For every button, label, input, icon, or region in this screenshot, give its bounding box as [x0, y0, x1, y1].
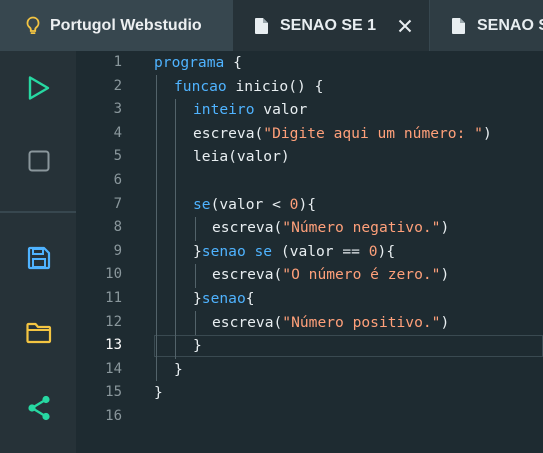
code-line-14: }: [174, 360, 183, 378]
line-number: 2: [113, 77, 122, 94]
indent-guide: [175, 99, 176, 359]
code-token: valor: [254, 101, 308, 119]
close-icon[interactable]: [398, 19, 412, 33]
run-button[interactable]: [25, 74, 53, 102]
keyword-token: se: [193, 195, 211, 213]
lightbulb-icon: [26, 16, 40, 36]
share-icon: [27, 395, 51, 421]
file-icon: [255, 17, 268, 34]
line-number: 10: [105, 266, 122, 283]
code-token: escreva(: [212, 266, 283, 284]
keyword-token: senao: [201, 290, 246, 307]
string-token: "Digite aqui um número: ": [263, 124, 483, 142]
code-line-8: escreva("Número negativo."): [212, 216, 449, 240]
code-token: (valor <: [210, 195, 290, 213]
code-token: ): [440, 313, 450, 331]
current-line-highlight: [154, 335, 543, 357]
line-number: 15: [105, 384, 122, 401]
code-line-12: escreva("Número positivo."): [212, 311, 449, 335]
code-token: ): [440, 266, 450, 284]
number-token: 0: [368, 242, 378, 260]
open-folder-button[interactable]: [25, 319, 53, 347]
line-number: 11: [105, 290, 122, 306]
stop-button[interactable]: [25, 147, 53, 175]
string-token: "Número positivo.": [282, 313, 441, 331]
code-token: }: [193, 242, 202, 260]
tab-label: SENAO SE 1: [477, 16, 543, 34]
tab-senao-se-1[interactable]: SENAO SE 1: [233, 0, 429, 51]
line-number: 3: [113, 101, 122, 118]
code-line-1: programa {: [154, 51, 242, 75]
line-number: 1: [113, 54, 122, 70]
code-token: {: [245, 290, 255, 307]
tab-senao-se-1-second[interactable]: SENAO SE 1: [430, 0, 543, 51]
code-line-9: }senao se (valor == 0){: [193, 240, 395, 264]
code-line-13: }: [193, 337, 202, 355]
string-token: "O número é zero.": [282, 266, 441, 284]
code-token: ): [482, 124, 492, 142]
code-line-11: }senao{: [193, 287, 255, 311]
line-number: 7: [113, 195, 122, 212]
line-number: 16: [105, 408, 122, 424]
code-token: ){: [298, 195, 317, 213]
line-number: 14: [105, 360, 122, 377]
stop-icon: [28, 150, 50, 172]
code-line-5: leia(valor): [193, 148, 290, 166]
code-line-3: inteiro valor: [193, 98, 307, 122]
line-number: 6: [113, 172, 122, 188]
line-number: 12: [105, 313, 122, 330]
app-brand: Portugol Webstudio: [0, 0, 232, 51]
code-token: escreva(: [212, 219, 283, 237]
code-line-7: se(valor < 0){: [193, 193, 316, 217]
indent-guide: [195, 217, 196, 241]
code-line-10: escreva("O número é zero."): [212, 263, 449, 287]
tab-label: SENAO SE 1: [280, 16, 377, 34]
indent-guide: [195, 264, 196, 288]
keyword-token: programa: [154, 54, 225, 71]
folder-icon: [26, 322, 52, 344]
line-number: 5: [113, 148, 122, 165]
code-token: escreva(: [193, 124, 264, 142]
title-bar: Portugol Webstudio SENAO SE 1 SENAO SE 1: [0, 0, 543, 51]
code-line-2: funcao inicio() {: [174, 75, 323, 99]
play-icon: [27, 75, 51, 101]
string-token: "Número negativo.": [282, 219, 441, 237]
code-line-15: }: [154, 384, 163, 402]
code-line-4: escreva("Digite aqui um número: "): [193, 122, 492, 146]
line-number: 4: [113, 124, 122, 141]
line-number: 8: [113, 219, 122, 236]
indent-guide: [195, 311, 196, 335]
line-number-current: 13: [105, 337, 122, 354]
save-icon: [27, 246, 51, 270]
sidebar: [0, 51, 76, 453]
code-token: escreva(: [212, 313, 283, 331]
line-number: 9: [113, 242, 122, 259]
keyword-token: senao se: [201, 242, 273, 260]
code-token: (valor ==: [272, 242, 369, 260]
keyword-token: inteiro: [193, 101, 255, 119]
code-token: inicio() {: [226, 77, 324, 95]
indent-guide: [156, 75, 157, 381]
code-token: ){: [377, 242, 396, 260]
keyword-token: funcao: [174, 77, 227, 95]
save-button[interactable]: [25, 244, 53, 272]
code-token: ): [440, 219, 450, 237]
app-title: Portugol Webstudio: [50, 16, 202, 34]
share-button[interactable]: [25, 394, 53, 422]
code-token: }: [193, 290, 202, 307]
sidebar-divider: [0, 211, 76, 213]
code-token: {: [224, 54, 242, 71]
file-icon: [452, 17, 465, 34]
